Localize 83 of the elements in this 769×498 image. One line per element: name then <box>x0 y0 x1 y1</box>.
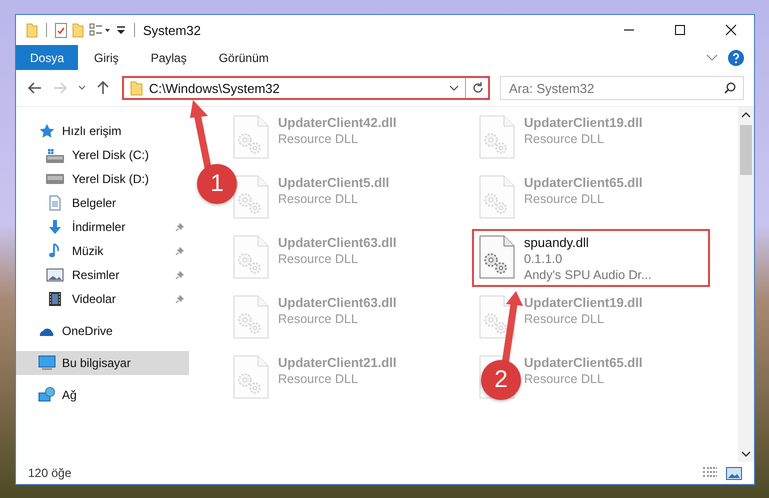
properties-icon[interactable] <box>55 22 67 38</box>
nav-item[interactable]: Ağ <box>16 383 189 407</box>
pin-icon[interactable] <box>175 294 185 304</box>
customize-toolbar-icon[interactable] <box>116 25 126 35</box>
window-title: System32 <box>143 22 201 38</box>
nav-item[interactable]: OneDrive <box>16 319 189 343</box>
address-path: C:\Windows\System32 <box>149 80 281 96</box>
file-name: UpdaterClient42.dll <box>278 115 396 130</box>
nav-item[interactable]: Hızlı erişim <box>16 119 189 143</box>
file-detail: Resource DLL <box>524 132 605 146</box>
file-detail: Resource DLL <box>278 312 359 326</box>
network-icon <box>38 387 56 403</box>
ribbon-tab[interactable]: Dosya <box>16 45 78 70</box>
pin-icon[interactable] <box>175 222 185 232</box>
ribbon-tab[interactable]: Giriş <box>78 45 135 70</box>
file-detail: Andy's SPU Audio Dr... <box>524 268 652 282</box>
down-arrow-icon <box>46 219 64 235</box>
picture-icon <box>46 267 64 283</box>
folder-icon <box>130 80 143 96</box>
maximize-icon <box>674 24 686 36</box>
file-detail: Resource DLL <box>524 372 605 386</box>
file-detail: Resource DLL <box>278 372 359 386</box>
file-name: UpdaterClient63.dll <box>278 235 396 250</box>
large-icons-view-icon[interactable] <box>726 466 742 480</box>
nav-item[interactable]: Müzik <box>16 239 189 263</box>
search-field[interactable]: Ara: System32 <box>500 76 744 100</box>
refresh-icon[interactable] <box>472 82 484 94</box>
nav-item[interactable]: Videolar <box>16 287 189 311</box>
nav-item[interactable]: Bu bilgisayar <box>16 351 189 375</box>
dll-file-icon <box>232 175 270 219</box>
file-name: UpdaterClient63.dll <box>278 295 396 310</box>
nav-item[interactable]: Belgeler <box>16 191 189 215</box>
film-icon <box>46 291 64 307</box>
expand-ribbon-icon[interactable] <box>706 54 718 62</box>
close-icon <box>725 24 737 36</box>
nav-item[interactable]: İndirmeler <box>16 215 189 239</box>
view-options-icon[interactable] <box>89 23 111 37</box>
file-name: UpdaterClient65.dll <box>524 355 642 370</box>
nav-item[interactable]: Yerel Disk (C:) <box>16 143 189 167</box>
file-detail: Resource DLL <box>524 192 605 206</box>
address-bar[interactable]: C:\Windows\System32 <box>122 76 490 100</box>
file-detail: Resource DLL <box>278 192 359 206</box>
monitor-icon <box>38 355 56 371</box>
details-view-icon[interactable] <box>702 467 718 479</box>
file-name: UpdaterClient19.dll <box>524 115 642 130</box>
dll-file-icon <box>232 235 270 279</box>
drive-icon <box>46 171 64 187</box>
nav-item[interactable]: Yerel Disk (D:) <box>16 167 189 191</box>
up-icon[interactable] <box>97 81 109 95</box>
dll-file-icon <box>478 295 516 339</box>
dll-file-icon <box>478 235 516 279</box>
scroll-down-icon[interactable] <box>741 450 751 458</box>
file-name: UpdaterClient19.dll <box>524 295 642 310</box>
file-detail: Resource DLL <box>278 252 359 266</box>
nav-item[interactable]: Resimler <box>16 263 189 287</box>
dll-file-icon <box>232 115 270 159</box>
file-detail: 0.1.1.0 <box>524 252 564 266</box>
dll-file-icon <box>232 295 270 339</box>
ribbon-tab[interactable]: Paylaş <box>134 45 203 70</box>
scrollbar-thumb[interactable] <box>740 125 752 175</box>
scroll-up-icon[interactable] <box>741 111 751 119</box>
file-detail: Resource DLL <box>524 312 605 326</box>
file-tile[interactable]: spuandy.dll 0.1.1.0 Andy's SPU Audio Dr... <box>472 229 710 287</box>
pin-icon[interactable] <box>175 270 185 280</box>
star-icon <box>38 123 56 139</box>
item-count: 120 öğe <box>28 466 72 480</box>
file-detail: Resource DLL <box>278 132 359 146</box>
dll-file-icon <box>232 355 270 399</box>
recent-locations-icon[interactable] <box>78 85 86 91</box>
file-name: UpdaterClient65.dll <box>524 175 642 190</box>
help-icon[interactable] <box>728 50 744 66</box>
dll-file-icon <box>478 115 516 159</box>
file-name: UpdaterClient5.dll <box>278 175 390 190</box>
search-icon <box>724 82 736 94</box>
back-icon[interactable] <box>28 82 42 94</box>
pin-icon[interactable] <box>175 246 185 256</box>
dropdown-icon[interactable] <box>449 85 459 91</box>
ribbon-tab[interactable]: Görünüm <box>202 45 285 70</box>
dll-file-icon <box>478 175 516 219</box>
file-name: UpdaterClient21.dll <box>278 355 396 370</box>
drive-icon <box>46 147 64 163</box>
scrollbar[interactable] <box>738 107 754 462</box>
file-name: spuandy.dll <box>524 235 590 250</box>
